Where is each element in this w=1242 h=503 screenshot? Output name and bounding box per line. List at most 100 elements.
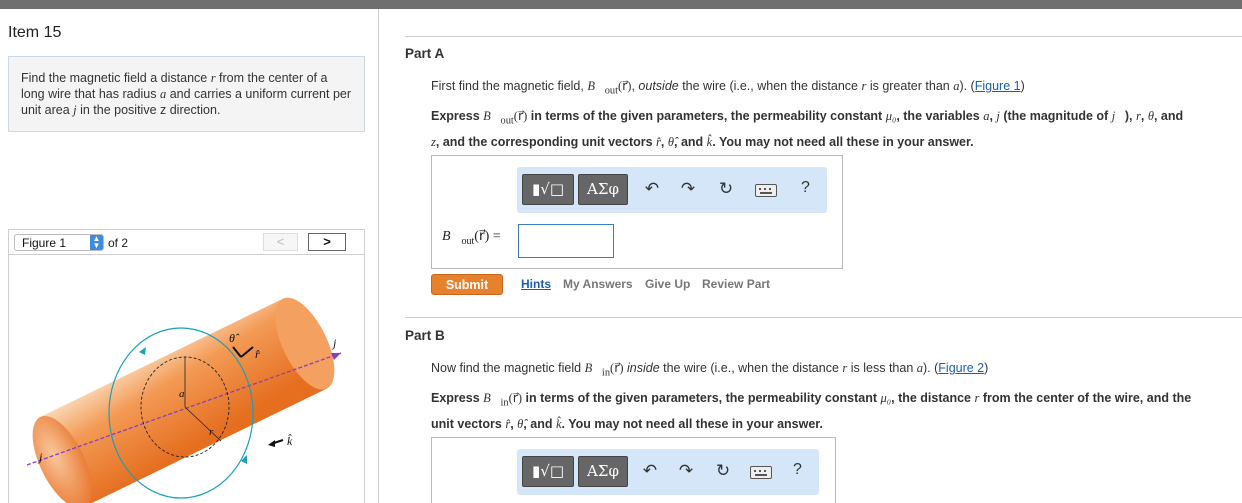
answer-input[interactable]	[518, 224, 614, 258]
text: the wire (i.e., when the distance	[678, 79, 862, 93]
greek-symbols-button[interactable]: ΑΣφ	[578, 456, 628, 487]
text: Now find the magnetic field	[431, 361, 585, 375]
select-spinner-icon: ▲ ▼	[90, 235, 103, 250]
next-figure-button[interactable]: >	[308, 233, 346, 251]
r-vec: (r⃗)	[610, 361, 624, 375]
text: , and	[674, 134, 707, 149]
top-bar	[0, 0, 1242, 9]
part-b-prompt: Now find the magnetic field B⃗in(r⃗) ins…	[431, 358, 988, 384]
problem-text: in the positive z direction.	[76, 103, 221, 117]
keyboard-icon[interactable]	[755, 184, 777, 197]
text: is greater than	[866, 79, 954, 93]
left-pane: Item 15 Find the magnetic field a distan…	[0, 9, 379, 503]
j-label-right: j	[331, 336, 337, 350]
redo-icon[interactable]: ↷	[677, 179, 699, 199]
text: ,	[660, 134, 668, 149]
figure-image: θ̂ r̂ k̂ j j a r	[8, 255, 365, 503]
r-vec: (r⃗)	[474, 229, 490, 244]
wire-diagram: θ̂ r̂ k̂ j j a r	[26, 297, 342, 503]
b-symbol: B⃗	[442, 229, 462, 244]
text: ),	[1124, 109, 1136, 123]
j-vec: j⃗	[1111, 109, 1125, 123]
b-symbol: B⃗	[483, 391, 501, 405]
answer-label: B⃗out(r⃗) =	[442, 228, 501, 247]
part-a-express: Express B⃗out(r⃗) in terms of the given …	[431, 106, 1241, 152]
subscript: in	[500, 397, 509, 409]
subscript: out	[604, 85, 618, 97]
r-vec: (r⃗)	[508, 391, 523, 405]
figure-select[interactable]: Figure 1 ▲ ▼	[14, 234, 104, 251]
submit-button[interactable]: Submit	[431, 274, 503, 295]
math-toolbar: ▮√□ ΑΣφ ↶ ↷ ↻ ?	[517, 167, 827, 213]
equals: =	[489, 229, 501, 244]
text: Express	[431, 391, 484, 405]
figure-1-link[interactable]: Figure 1	[975, 79, 1021, 93]
text: , and the corresponding unit vectors	[435, 134, 657, 149]
part-a-answer-box: ▮√□ ΑΣφ ↶ ↷ ↻ ? B⃗out(r⃗) =	[431, 155, 843, 269]
keyboard-icon[interactable]	[750, 466, 772, 479]
emphasis: inside	[626, 361, 660, 375]
part-a-title: Part A	[405, 46, 445, 61]
problem-text: Find the magnetic field a distance	[21, 71, 211, 85]
math-toolbar: ▮√□ ΑΣφ ↶ ↷ ↻ ?	[517, 449, 819, 495]
text: ). (	[923, 361, 939, 375]
subscript: out	[500, 115, 514, 127]
field-arrow	[139, 347, 146, 355]
text: ,	[1140, 109, 1148, 123]
r-label: r	[209, 426, 214, 438]
prev-figure-button[interactable]: <	[263, 233, 298, 251]
text: is less than	[847, 361, 917, 375]
help-icon[interactable]: ?	[793, 461, 802, 479]
templates-button[interactable]: ▮√□	[522, 456, 574, 487]
part-b-answer-box: ▮√□ ΑΣφ ↶ ↷ ↻ ?	[431, 437, 836, 503]
r-hat-label: r̂	[255, 347, 260, 361]
k-hat-arrow	[268, 440, 275, 447]
part-b-title: Part B	[405, 328, 445, 343]
text: )	[984, 361, 989, 375]
subscript: in	[601, 367, 611, 379]
reset-icon[interactable]: ↻	[712, 461, 734, 481]
r-vec: (r⃗)	[513, 109, 528, 123]
divider	[405, 36, 1242, 37]
give-up-link[interactable]: Give Up	[645, 277, 690, 291]
b-symbol: B⃗	[587, 79, 605, 93]
figure-2-link[interactable]: Figure 2	[938, 361, 984, 375]
text: . You may not need all these in your ans…	[712, 134, 974, 149]
review-part-link[interactable]: Review Part	[702, 277, 770, 291]
reset-icon[interactable]: ↻	[715, 179, 737, 199]
hints-link[interactable]: Hints	[521, 277, 551, 291]
text: , the distance	[891, 391, 975, 405]
k-hat-label: k̂	[287, 434, 293, 448]
text: unit vectors	[431, 416, 506, 431]
text: , and	[523, 416, 556, 431]
part-b-express: Express B⃗in(r⃗) in terms of the given p…	[431, 388, 1241, 434]
right-pane: Part A First find the magnetic field, B⃗…	[380, 9, 1242, 503]
my-answers-link[interactable]: My Answers	[563, 277, 633, 291]
figure-select-value: Figure 1	[22, 236, 67, 250]
text: , and	[1153, 109, 1184, 123]
b-symbol: B⃗	[584, 361, 602, 375]
undo-icon[interactable]: ↶	[639, 461, 661, 481]
redo-icon[interactable]: ↷	[675, 461, 697, 481]
text: in terms of the given parameters, the pe…	[527, 109, 886, 123]
b-symbol: B⃗	[483, 109, 501, 123]
text: Express	[431, 109, 484, 123]
undo-icon[interactable]: ↶	[641, 179, 663, 199]
help-icon[interactable]: ?	[801, 179, 810, 197]
mu0: μ₀	[885, 109, 897, 123]
subscript: out	[461, 235, 475, 247]
mu0: μ₀	[880, 391, 892, 405]
text: in terms of the given parameters, the pe…	[522, 391, 881, 405]
r-vec: (r⃗)	[618, 79, 632, 93]
templates-button[interactable]: ▮√□	[522, 174, 574, 205]
text: ). (	[959, 79, 975, 93]
part-a-prompt: First find the magnetic field, B⃗out(r⃗)…	[431, 76, 1025, 102]
text: from the center of the wire, and the	[979, 391, 1192, 405]
item-title: Item 15	[8, 24, 62, 41]
a-label: a	[179, 388, 185, 400]
text: First find the magnetic field,	[431, 79, 588, 93]
text: the wire (i.e., when the distance	[659, 361, 843, 375]
text: . You may not need all these in your ans…	[561, 416, 823, 431]
greek-symbols-button[interactable]: ΑΣφ	[578, 174, 628, 205]
figure-count: of 2	[108, 236, 129, 250]
